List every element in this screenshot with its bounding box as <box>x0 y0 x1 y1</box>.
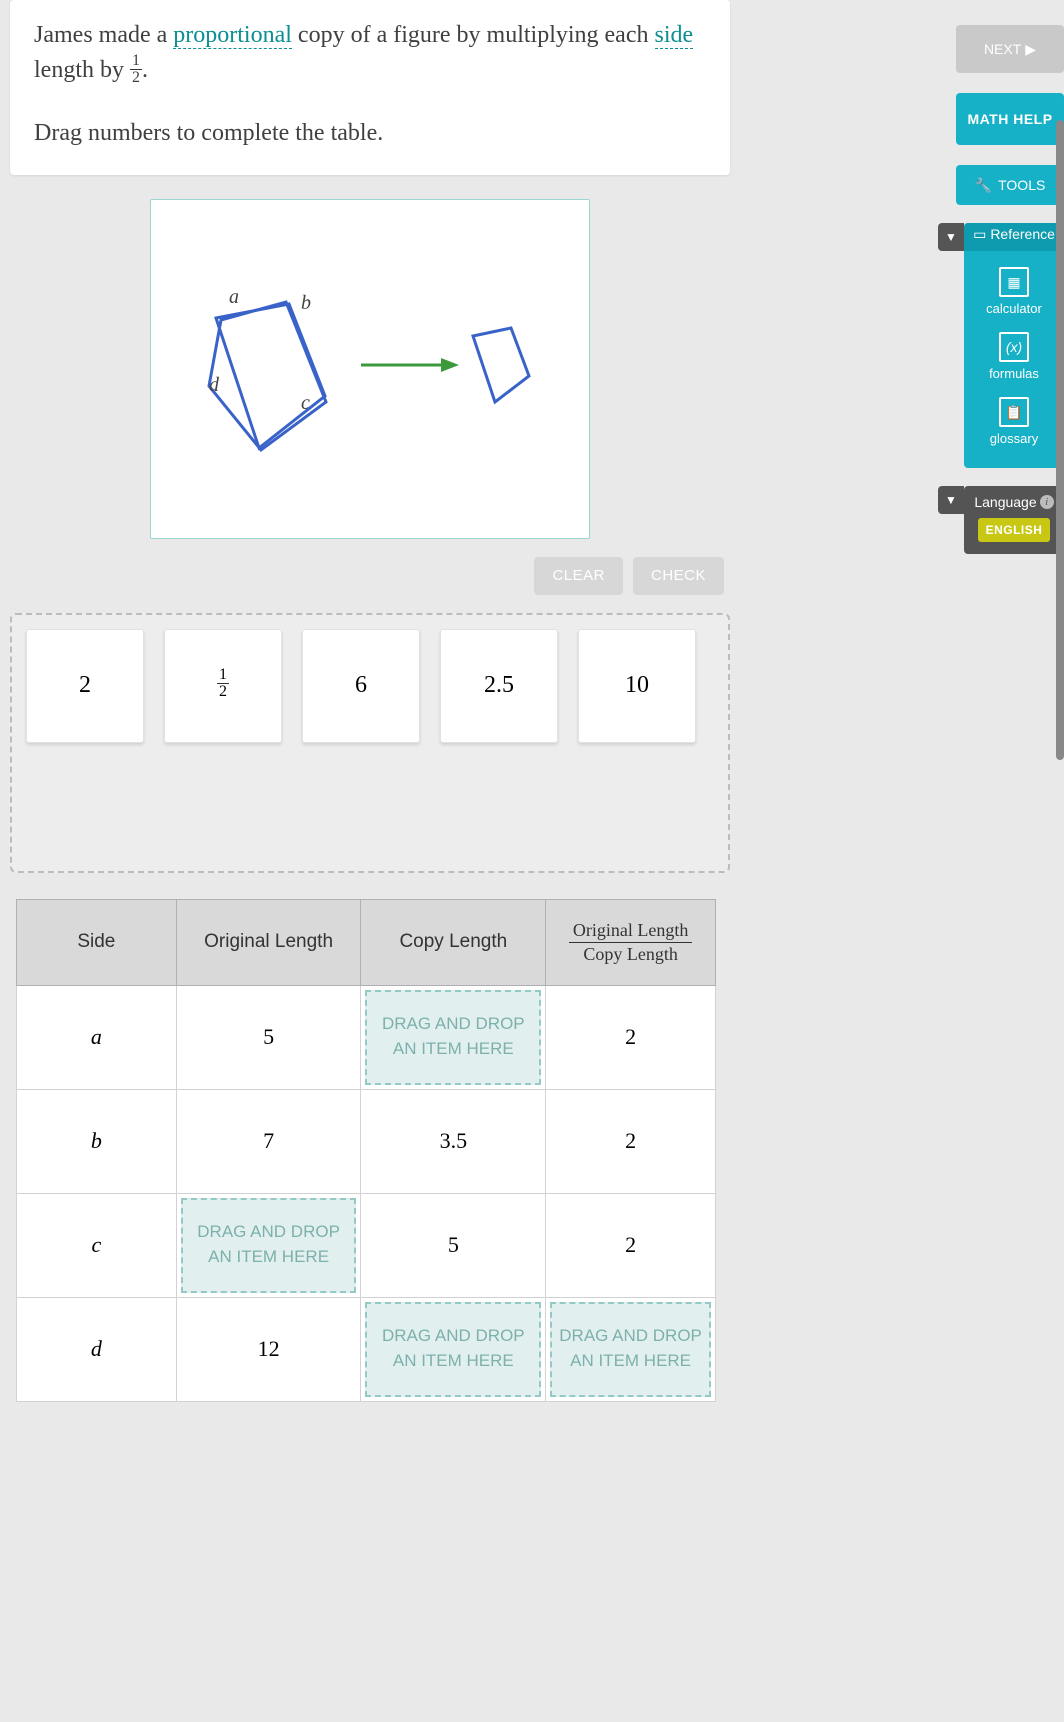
header-ratio: Original Length Copy Length <box>546 899 716 985</box>
question-box: James made a proportional copy of a figu… <box>10 0 730 175</box>
check-button[interactable]: CHECK <box>633 557 724 595</box>
cell-orig-b: 7 <box>176 1089 361 1193</box>
table-row: d 12 DRAG AND DROPAN ITEM HERE DRAG AND … <box>17 1297 716 1401</box>
small-quad <box>473 328 529 402</box>
header-copy: Copy Length <box>361 899 546 985</box>
label-a: a <box>229 286 239 309</box>
header-original: Original Length <box>176 899 361 985</box>
reference-collapse-tab[interactable]: ▼ <box>938 223 964 251</box>
book-icon: ▭ <box>973 226 986 243</box>
scrollbar[interactable] <box>1056 0 1064 1722</box>
label-d: d <box>209 374 219 397</box>
reference-title: ▭ Reference <box>964 223 1064 251</box>
action-row: CLEAR CHECK <box>10 539 730 595</box>
drop-zone[interactable]: DRAG AND DROPAN ITEM HERE <box>181 1198 357 1293</box>
tile-2[interactable]: 2 <box>26 629 144 743</box>
denominator: 2 <box>130 70 142 86</box>
label-c: c <box>301 392 310 415</box>
cell-side-b: b <box>17 1089 177 1193</box>
cell-copy-a: DRAG AND DROPAN ITEM HERE <box>361 985 546 1089</box>
formulas-link[interactable]: (x) formulas <box>964 324 1064 389</box>
table-row: b 7 3.5 2 <box>17 1089 716 1193</box>
text: length by <box>34 57 130 83</box>
calculator-label: calculator <box>986 301 1042 316</box>
language-panel: ▼ Language i ENGLISH <box>964 486 1064 554</box>
cell-side-c: c <box>17 1193 177 1297</box>
arrow-head <box>441 358 459 372</box>
cell-ratio-a: 2 <box>546 985 716 1089</box>
table-row: c DRAG AND DROPAN ITEM HERE 5 2 <box>17 1193 716 1297</box>
tile-6[interactable]: 6 <box>302 629 420 743</box>
table-header-row: Side Original Length Copy Length Origina… <box>17 899 716 985</box>
tools-button[interactable]: 🔧 TOOLS <box>956 165 1064 205</box>
cell-side-d: d <box>17 1297 177 1401</box>
question-line-1: James made a proportional copy of a figu… <box>34 18 706 88</box>
language-collapse-tab[interactable]: ▼ <box>938 486 964 514</box>
cell-orig-d: 12 <box>176 1297 361 1401</box>
math-help-button[interactable]: MATH HELP <box>956 93 1064 145</box>
language-english-chip[interactable]: ENGLISH <box>978 518 1051 542</box>
drop-zone[interactable]: DRAG AND DROPAN ITEM HERE <box>365 990 541 1085</box>
cell-ratio-c: 2 <box>546 1193 716 1297</box>
calculator-link[interactable]: ▦ calculator <box>964 259 1064 324</box>
glossary-icon: 📋 <box>999 397 1029 427</box>
fraction-one-half-tile: 12 <box>217 667 229 700</box>
question-line-2: Drag numbers to complete the table. <box>34 116 706 151</box>
wrench-icon: 🔧 <box>975 177 992 194</box>
label-b: b <box>301 292 311 315</box>
language-title: Language i <box>974 494 1053 518</box>
text: . <box>142 57 148 83</box>
language-title-label: Language <box>974 494 1036 510</box>
side-panel: NEXT ▶ MATH HELP 🔧 TOOLS ▼ ▭ Reference ▦… <box>956 0 1064 554</box>
header-side: Side <box>17 899 177 985</box>
ratio-num: Original Length <box>569 920 692 943</box>
cell-ratio-b: 2 <box>546 1089 716 1193</box>
tools-label: TOOLS <box>998 177 1045 193</box>
clear-button[interactable]: CLEAR <box>534 557 623 595</box>
cell-copy-c: 5 <box>361 1193 546 1297</box>
glossary-label: glossary <box>990 431 1038 446</box>
info-icon[interactable]: i <box>1040 495 1054 509</box>
vocab-side[interactable]: side <box>655 22 694 49</box>
cell-side-a: a <box>17 985 177 1089</box>
figure-box: a b c d <box>150 199 590 539</box>
drop-zone[interactable]: DRAG AND DROPAN ITEM HERE <box>550 1302 711 1397</box>
tile-10[interactable]: 10 <box>578 629 696 743</box>
play-icon: ▶ <box>1025 41 1036 58</box>
formulas-icon: (x) <box>999 332 1029 362</box>
main-column: James made a proportional copy of a figu… <box>10 0 730 1402</box>
scrollbar-thumb[interactable] <box>1056 120 1064 760</box>
text: James made a <box>34 22 173 48</box>
cell-orig-c: DRAG AND DROPAN ITEM HERE <box>176 1193 361 1297</box>
vocab-proportional[interactable]: proportional <box>173 22 292 49</box>
next-button[interactable]: NEXT ▶ <box>956 25 1064 73</box>
reference-title-label: Reference <box>990 226 1055 242</box>
fraction-one-half: 12 <box>130 53 142 86</box>
big-quad <box>216 304 325 448</box>
table-row: a 5 DRAG AND DROPAN ITEM HERE 2 <box>17 985 716 1089</box>
glossary-link[interactable]: 📋 glossary <box>964 389 1064 454</box>
cell-copy-b: 3.5 <box>361 1089 546 1193</box>
num: 1 <box>217 667 229 684</box>
tile-2point5[interactable]: 2.5 <box>440 629 558 743</box>
formulas-label: formulas <box>989 366 1039 381</box>
reference-panel: ▼ ▭ Reference ▦ calculator (x) formulas … <box>964 223 1064 468</box>
den: 2 <box>217 684 229 700</box>
cell-ratio-d: DRAG AND DROPAN ITEM HERE <box>546 1297 716 1401</box>
answer-table: Side Original Length Copy Length Origina… <box>16 899 716 1402</box>
drop-zone[interactable]: DRAG AND DROPAN ITEM HERE <box>365 1302 541 1397</box>
ratio-den: Copy Length <box>552 943 709 965</box>
next-label: NEXT <box>984 41 1021 57</box>
cell-copy-d: DRAG AND DROPAN ITEM HERE <box>361 1297 546 1401</box>
drag-pool[interactable]: 2 12 6 2.5 10 <box>10 613 730 873</box>
cell-orig-a: 5 <box>176 985 361 1089</box>
tile-half[interactable]: 12 <box>164 629 282 743</box>
calculator-icon: ▦ <box>999 267 1029 297</box>
text: copy of a figure by multiplying each <box>292 22 655 48</box>
figure-svg-2 <box>151 200 591 540</box>
numerator: 1 <box>130 53 142 70</box>
